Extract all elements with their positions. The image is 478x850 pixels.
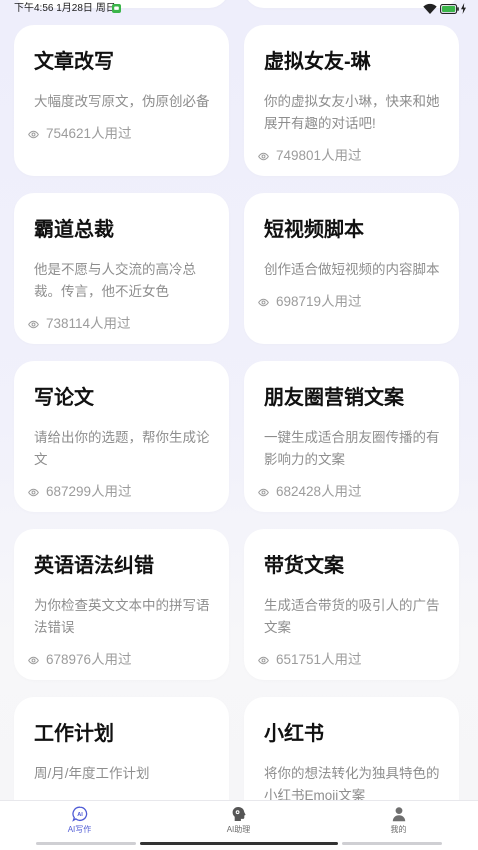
card-description: 为你检查英文文本中的拼写语法错误 <box>34 598 210 635</box>
card-title: 朋友圈营销文案 <box>264 387 404 409</box>
eye-icon <box>28 130 39 138</box>
eye-icon <box>258 152 269 160</box>
card-title: 文章改写 <box>34 51 114 73</box>
nav-item-ai-assistant[interactable]: AI助理 <box>159 801 318 839</box>
tool-card[interactable]: 带货文案 生成适合带货的吸引人的广告文案 651751 人用过 <box>244 529 459 680</box>
card-description: 将你的想法转化为独具特色的小红书Emoji文案 <box>264 766 440 800</box>
usage-count: 651751 人用过 <box>258 650 444 670</box>
user-profile-icon <box>392 807 405 822</box>
usage-number: 754621 <box>46 126 92 141</box>
tool-card[interactable]: 霸道总裁 他是不愿与人交流的高冷总裁。传言，他不近女色 738114 人用过 <box>14 193 229 344</box>
card-description: 生成适合带货的吸引人的广告文案 <box>264 598 440 635</box>
usage-number: 682428 <box>276 484 322 499</box>
tool-card[interactable]: 短视频脚本 创作适合做短视频的内容脚本 698719 人用过 <box>244 193 459 344</box>
tool-card[interactable]: 工作计划 周/月/年度工作计划 <box>14 697 229 800</box>
status-bar: 下午4:56 1月28日 周日 <box>0 0 478 18</box>
usage-number: 687299 <box>46 484 92 499</box>
battery-icon <box>440 4 459 14</box>
tool-card[interactable]: 朋友圈营销文案 一键生成适合朋友圈传播的有影响力的文案 682428 人用过 <box>244 361 459 512</box>
card-description: 请给出你的选题，帮你生成论文 <box>34 430 210 467</box>
eye-icon <box>258 656 269 664</box>
ai-icon-text: AI <box>77 812 83 818</box>
usage-suffix: 人用过 <box>321 652 362 667</box>
gesture-bar-left <box>36 842 136 845</box>
card-description: 他是不愿与人交流的高冷总裁。传言，他不近女色 <box>34 262 196 299</box>
gesture-bar-home[interactable] <box>140 842 338 845</box>
usage-number: 651751 <box>276 652 322 667</box>
usage-suffix: 人用过 <box>321 484 362 499</box>
wifi-icon <box>423 3 437 14</box>
usage-count: 698719 人用过 <box>258 292 444 312</box>
usage-suffix: 人用过 <box>90 316 131 331</box>
ai-writing-icon: AI <box>71 806 87 822</box>
card-title: 写论文 <box>34 387 94 409</box>
card-description: 创作适合做短视频的内容脚本 <box>264 262 440 277</box>
tool-card[interactable]: 文章改写 大幅度改写原文，伪原创必备 754621 人用过 <box>14 25 229 176</box>
nav-item-profile[interactable]: 我的 <box>319 801 478 839</box>
tool-card[interactable]: 写论文 请给出你的选题，帮你生成论文 687299 人用过 <box>14 361 229 512</box>
nav-label-ai-writing: AI写作 <box>67 825 92 834</box>
eye-icon <box>258 488 269 496</box>
gesture-bar-right <box>342 842 442 845</box>
tool-card[interactable]: 小红书 将你的想法转化为独具特色的小红书Emoji文案 <box>244 697 459 800</box>
usage-suffix: 人用过 <box>321 294 362 309</box>
card-title: 英语语法纠错 <box>34 555 154 577</box>
card-description: 周/月/年度工作计划 <box>34 766 150 781</box>
eye-icon <box>258 298 269 306</box>
tool-card[interactable]: 虚拟女友-琳 你的虚拟女友小琳，快来和她展开有趣的对话吧! 749801 人用过 <box>244 25 459 176</box>
eye-icon <box>28 488 39 496</box>
status-datetime: 下午4:56 1月28日 周日 <box>14 3 116 14</box>
card-title: 短视频脚本 <box>264 219 364 241</box>
usage-count: 754621 人用过 <box>28 124 214 144</box>
card-title: 霸道总裁 <box>34 219 114 241</box>
card-title: 工作计划 <box>34 723 114 745</box>
usage-count: 678976 人用过 <box>28 650 214 670</box>
tool-card[interactable]: 英语语法纠错 为你检查英文文本中的拼写语法错误 678976 人用过 <box>14 529 229 680</box>
card-title: 小红书 <box>264 723 324 745</box>
content-scroll-area[interactable]: 文章改写 大幅度改写原文，伪原创必备 754621 人用过 虚拟女友-琳 你的虚拟… <box>0 0 478 800</box>
charging-bolt-icon <box>461 3 466 14</box>
card-description: 一键生成适合朋友圈传播的有影响力的文案 <box>264 430 440 467</box>
eye-icon <box>28 320 39 328</box>
app-notification-icon <box>112 4 121 13</box>
usage-count: 682428 人用过 <box>258 482 444 502</box>
card-description: 你的虚拟女友小琳，快来和她展开有趣的对话吧! <box>264 94 440 131</box>
card-title: 带货文案 <box>264 555 344 577</box>
usage-suffix: 人用过 <box>91 126 132 141</box>
usage-count: 749801 人用过 <box>258 146 444 166</box>
usage-suffix: 人用过 <box>91 652 132 667</box>
card-description: 大幅度改写原文，伪原创必备 <box>34 94 210 109</box>
usage-suffix: 人用过 <box>91 484 132 499</box>
usage-number: 678976 <box>46 652 92 667</box>
nav-label-ai-assistant: AI助理 <box>226 825 251 834</box>
usage-number: 698719 <box>276 294 322 309</box>
usage-suffix: 人用过 <box>321 148 362 163</box>
nav-item-ai-writing[interactable]: AI AI写作 <box>0 801 159 839</box>
usage-count: 738114 人用过 <box>28 314 214 334</box>
usage-count: 687299 人用过 <box>28 482 214 502</box>
usage-number: 738114 <box>46 316 91 331</box>
card-title: 虚拟女友-琳 <box>264 51 371 73</box>
usage-number: 749801 <box>276 148 322 163</box>
eye-icon <box>28 656 39 664</box>
nav-label-profile: 我的 <box>390 825 407 834</box>
bottom-nav: AI AI写作 AI助理 我的 <box>0 800 478 850</box>
tool-card-grid: 文章改写 大幅度改写原文，伪原创必备 754621 人用过 虚拟女友-琳 你的虚拟… <box>14 0 459 800</box>
ai-assistant-head-icon <box>232 807 246 821</box>
